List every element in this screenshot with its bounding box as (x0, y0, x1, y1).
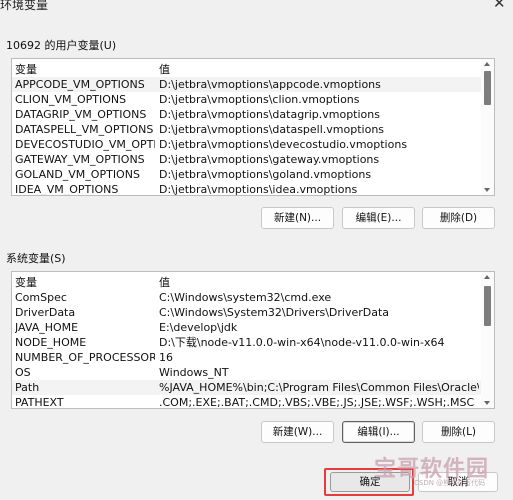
column-header-value: 值 (159, 63, 170, 76)
system-list-scrollbar[interactable] (481, 272, 494, 408)
table-row[interactable]: APPCODE_VM_OPTIONS D:\jetbra\vmoptions\a… (12, 77, 494, 92)
row-variable: JAVA_HOME (15, 321, 79, 334)
user-variables-list[interactable]: 变量 值 APPCODE_VM_OPTIONS D:\jetbra\vmopti… (11, 58, 495, 196)
row-variable: ComSpec (15, 291, 67, 304)
row-variable: NODE_HOME (15, 336, 87, 349)
system-variables-list[interactable]: 变量 值 ComSpec C:\Windows\system32\cmd.exe… (11, 271, 495, 409)
row-value: Windows_NT (159, 366, 229, 379)
row-variable: DATAGRIP_VM_OPTIONS (15, 108, 147, 121)
row-variable: APPCODE_VM_OPTIONS (15, 78, 145, 91)
row-value: D:\jetbra\vmoptions\gateway.vmoptions (159, 153, 380, 166)
row-variable: IDEA_VM_OPTIONS (15, 183, 119, 196)
row-variable: PATHEXT (15, 396, 64, 409)
table-row[interactable]: GATEWAY_VM_OPTIONS D:\jetbra\vmoptions\g… (12, 152, 494, 167)
table-row[interactable]: JAVA_HOME E:\develop\jdk (12, 320, 494, 335)
row-variable: DEVECOSTUDIO_VM_OPTI... (15, 138, 155, 151)
row-value: D:\jetbra\vmoptions\dataspell.vmoptions (159, 123, 385, 136)
row-variable: Path (15, 381, 40, 394)
scroll-up-arrow-icon[interactable] (484, 275, 490, 279)
row-variable: DriverData (15, 306, 76, 319)
column-header-variable: 变量 (15, 63, 37, 76)
table-row[interactable]: CLION_VM_OPTIONS D:\jetbra\vmoptions\cli… (12, 92, 494, 107)
scroll-down-arrow-icon[interactable] (484, 401, 490, 405)
table-row[interactable]: DATASPELL_VM_OPTIONS D:\jetbra\vmoptions… (12, 122, 494, 137)
scroll-thumb[interactable] (484, 71, 491, 105)
close-icon[interactable]: ✕ (493, 0, 506, 12)
list-header: 变量 值 (12, 275, 494, 290)
row-variable: GOLAND_VM_OPTIONS (15, 168, 140, 181)
table-row[interactable]: Path %JAVA_HOME%\bin;C:\Program Files\Co… (12, 380, 494, 395)
table-row[interactable]: ComSpec C:\Windows\system32\cmd.exe (12, 290, 494, 305)
column-header-variable: 变量 (15, 276, 37, 289)
title-bar: 环境变量 ✕ (0, 0, 513, 14)
window-title: 环境变量 (0, 0, 49, 12)
scroll-down-arrow-icon[interactable] (484, 188, 490, 192)
row-variable: GATEWAY_VM_OPTIONS (15, 153, 145, 166)
table-row[interactable]: DriverData C:\Windows\System32\Drivers\D… (12, 305, 494, 320)
user-new-button[interactable]: 新建(N)... (261, 207, 334, 229)
row-variable: OS (15, 366, 31, 379)
row-value: D:\下载\node-v11.0.0-win-x64\node-v11.0.0-… (159, 336, 445, 349)
row-value: D:\jetbra\vmoptions\datagrip.vmoptions (159, 108, 380, 121)
watermark-subtext: CSDN @熊熊在写代码 (414, 479, 486, 487)
table-row[interactable]: NODE_HOME D:\下载\node-v11.0.0-win-x64\nod… (12, 335, 494, 350)
list-header: 变量 值 (12, 62, 494, 77)
table-row[interactable]: GOLAND_VM_OPTIONS D:\jetbra\vmoptions\go… (12, 167, 494, 182)
system-new-button[interactable]: 新建(W)... (261, 421, 334, 443)
table-row[interactable]: OS Windows_NT (12, 365, 494, 380)
table-row[interactable]: PATHEXT .COM;.EXE;.BAT;.CMD;.VBS;.VBE;.J… (12, 395, 494, 409)
row-value: C:\Windows\system32\cmd.exe (159, 291, 332, 304)
system-edit-button[interactable]: 编辑(I)... (342, 421, 415, 443)
row-value: D:\jetbra\vmoptions\idea.vmoptions (159, 183, 358, 196)
table-row[interactable]: NUMBER_OF_PROCESSORS 16 (12, 350, 494, 365)
table-row[interactable]: DATAGRIP_VM_OPTIONS D:\jetbra\vmoptions\… (12, 107, 494, 122)
user-delete-button[interactable]: 删除(D) (422, 207, 495, 229)
scroll-thumb[interactable] (484, 286, 491, 326)
system-delete-button[interactable]: 删除(L) (422, 421, 495, 443)
row-variable: NUMBER_OF_PROCESSORS (15, 351, 155, 364)
row-variable: DATASPELL_VM_OPTIONS (15, 123, 154, 136)
row-variable: CLION_VM_OPTIONS (15, 93, 127, 106)
row-value: .COM;.EXE;.BAT;.CMD;.VBS;.VBE;.JS;.JSE;.… (159, 396, 475, 409)
watermark: 宝哥软件园 CSDN @熊熊在写代码 (374, 451, 504, 487)
user-variables-label: 10692 的用户变量(U) (6, 39, 117, 52)
user-edit-button[interactable]: 编辑(E)... (342, 207, 415, 229)
row-value: D:\jetbra\vmoptions\clion.vmoptions (159, 93, 360, 106)
row-value: D:\jetbra\vmoptions\devecostudio.vmoptio… (159, 138, 408, 151)
user-list-scrollbar[interactable] (481, 59, 494, 195)
row-value: %JAVA_HOME%\bin;C:\Program Files\Common … (159, 381, 479, 394)
row-value: C:\Windows\System32\Drivers\DriverData (159, 306, 390, 319)
scroll-up-arrow-icon[interactable] (484, 62, 490, 66)
table-row[interactable]: IDEA_VM_OPTIONS D:\jetbra\vmoptions\idea… (12, 182, 494, 196)
system-variables-label: 系统变量(S) (6, 252, 66, 265)
row-value: D:\jetbra\vmoptions\goland.vmoptions (159, 168, 372, 181)
table-row[interactable]: DEVECOSTUDIO_VM_OPTI... D:\jetbra\vmopti… (12, 137, 494, 152)
column-header-value: 值 (159, 276, 170, 289)
row-value: D:\jetbra\vmoptions\appcode.vmoptions (159, 78, 381, 91)
row-value: E:\develop\jdk (159, 321, 238, 334)
row-value: 16 (159, 351, 173, 364)
